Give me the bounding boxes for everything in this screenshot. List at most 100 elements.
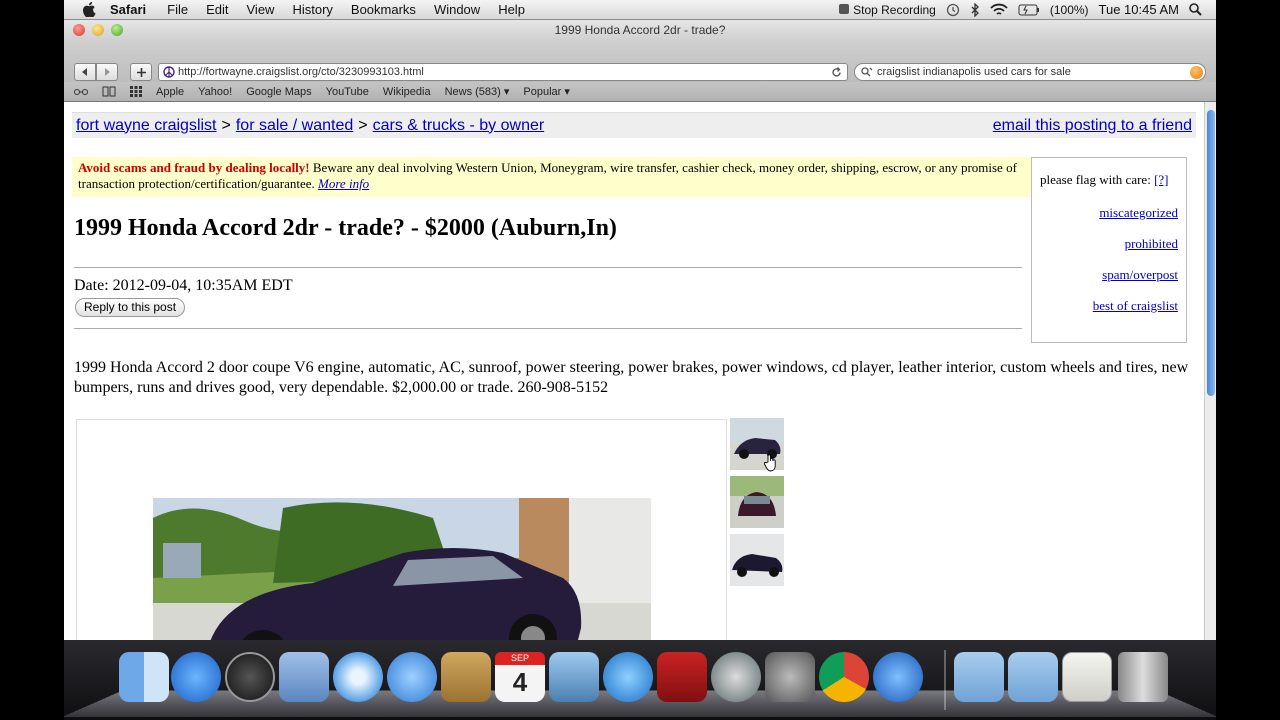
car-thumbnail-image <box>730 476 784 528</box>
applications-folder-icon[interactable] <box>954 652 1004 702</box>
photo-booth-icon[interactable] <box>657 652 707 702</box>
minimize-window-button[interactable] <box>92 24 104 36</box>
stop-recording-menu[interactable]: Stop Recording <box>839 3 936 17</box>
reading-list-icon[interactable] <box>74 87 88 97</box>
dock: SEP 4 <box>64 640 1216 720</box>
downloads-stack-icon[interactable] <box>1062 652 1112 702</box>
search-snapback-icon[interactable] <box>1190 65 1203 79</box>
bookmark-yahoo[interactable]: Yahoo! <box>198 86 232 98</box>
flag-miscategorized-link[interactable]: miscategorized <box>1040 205 1178 221</box>
menu-view[interactable]: View <box>238 2 284 17</box>
breadcrumb-separator: > <box>358 116 368 134</box>
battery-percentage: (100%) <box>1049 2 1089 17</box>
title-bar: 1999 Honda Accord 2dr - trade? <box>64 20 1216 41</box>
posting-date: Date: 2012-09-04, 10:35AM EDT <box>74 277 293 294</box>
bluetooth-icon[interactable] <box>970 2 980 17</box>
warning-title: Avoid scams and fraud by dealing locally… <box>78 160 310 175</box>
menu-clock[interactable]: Tue 10:45 AM <box>1099 2 1179 17</box>
time-machine-icon[interactable] <box>711 652 761 702</box>
email-posting-link[interactable]: email this posting to a friend <box>993 117 1196 135</box>
flag-prohibited-link[interactable]: prohibited <box>1040 236 1178 252</box>
menu-bar: Safari File Edit View History Bookmarks … <box>64 0 1216 20</box>
web-page: fort wayne craigslist > for sale / wante… <box>64 102 1204 640</box>
menu-help[interactable]: Help <box>489 2 534 17</box>
system-preferences-icon[interactable] <box>765 652 815 702</box>
menu-extras: Stop Recording (100%) Tue 10:45 AM <box>839 2 1216 17</box>
reply-button[interactable]: Reply to this post <box>75 298 186 317</box>
thumbnail-3[interactable] <box>730 534 784 586</box>
quicktime-icon[interactable] <box>873 652 923 702</box>
breadcrumb: fort wayne craigslist > for sale / wante… <box>72 112 1196 138</box>
top-sites-grid-icon[interactable] <box>130 86 142 97</box>
thumbnail-2[interactable] <box>730 476 784 528</box>
zoom-window-button[interactable] <box>111 24 123 36</box>
search-field[interactable]: craigslist indianapolis used cars for sa… <box>854 63 1206 81</box>
back-button[interactable] <box>74 63 96 81</box>
chrome-icon[interactable] <box>819 652 869 702</box>
vertical-scrollbar[interactable] <box>1204 102 1216 640</box>
time-machine-menu-icon[interactable] <box>946 3 960 17</box>
address-bar[interactable]: http://fortwayne.craigslist.org/cto/3230… <box>158 63 848 81</box>
flag-best-of-link[interactable]: best of craigslist <box>1040 298 1178 314</box>
apple-menu-icon[interactable] <box>82 2 96 17</box>
mail-icon[interactable] <box>279 652 329 702</box>
bookmark-wikipedia[interactable]: Wikipedia <box>383 86 431 98</box>
breadcrumb-for-sale[interactable]: for sale / wanted <box>236 117 353 135</box>
bookmark-google-maps[interactable]: Google Maps <box>246 86 311 98</box>
plus-icon <box>136 67 146 77</box>
main-car-photo[interactable] <box>153 498 651 640</box>
forward-arrow-icon <box>105 68 110 76</box>
divider <box>74 267 1022 268</box>
menu-edit[interactable]: Edit <box>197 2 237 17</box>
menu-app-safari[interactable]: Safari <box>106 2 158 17</box>
back-arrow-icon <box>82 68 87 76</box>
battery-icon[interactable] <box>1018 4 1040 16</box>
trash-icon[interactable] <box>1118 652 1168 702</box>
scam-warning: Avoid scams and fraud by dealing locally… <box>72 157 1032 197</box>
flag-spam-link[interactable]: spam/overpost <box>1040 267 1178 283</box>
reload-icon[interactable] <box>831 66 842 78</box>
breadcrumb-separator: > <box>221 116 231 134</box>
app-store-icon[interactable] <box>171 652 221 702</box>
stop-recording-label: Stop Recording <box>853 2 936 17</box>
url-text: http://fortwayne.craigslist.org/cto/3230… <box>178 66 424 78</box>
image-viewer <box>76 419 727 640</box>
mouse-cursor-icon <box>764 454 776 472</box>
breadcrumb-cars-trucks[interactable]: cars & trucks - by owner <box>373 117 545 135</box>
finder-icon[interactable] <box>119 652 169 702</box>
forward-button[interactable] <box>96 63 118 81</box>
wifi-icon[interactable] <box>990 3 1008 17</box>
ical-icon[interactable]: SEP 4 <box>495 652 545 702</box>
bookmarks-book-icon[interactable] <box>102 86 116 97</box>
iphoto-icon[interactable] <box>549 652 599 702</box>
window-title: 1999 Honda Accord 2dr - trade? <box>554 23 726 37</box>
screen: Safari File Edit View History Bookmarks … <box>0 0 1280 720</box>
ical-month: SEP <box>495 652 545 665</box>
safari-icon[interactable] <box>333 652 383 702</box>
site-peace-icon <box>163 66 175 78</box>
itunes-icon[interactable] <box>603 652 653 702</box>
ichat-icon[interactable] <box>387 652 437 702</box>
menu-bookmarks[interactable]: Bookmarks <box>342 2 425 17</box>
add-bookmark-button[interactable] <box>130 63 152 81</box>
divider <box>74 328 1022 329</box>
menu-history[interactable]: History <box>283 2 341 17</box>
dashboard-icon[interactable] <box>225 652 275 702</box>
spotlight-search-icon[interactable] <box>1189 3 1202 16</box>
flag-heading-text: please flag with care: <box>1040 172 1151 187</box>
flag-help-link[interactable]: [?] <box>1154 172 1168 187</box>
documents-folder-icon[interactable] <box>1008 652 1058 702</box>
browser-toolbar: http://fortwayne.craigslist.org/cto/3230… <box>64 41 1216 82</box>
more-info-link[interactable]: More info <box>318 176 369 191</box>
menu-file[interactable]: File <box>158 2 197 17</box>
menu-window[interactable]: Window <box>425 2 489 17</box>
breadcrumb-fort-wayne[interactable]: fort wayne craigslist <box>76 117 217 135</box>
bookmark-popular-folder[interactable]: Popular ▾ <box>523 85 570 98</box>
bookmark-youtube[interactable]: YouTube <box>326 86 369 98</box>
bookmark-news-folder[interactable]: News (583) ▾ <box>445 85 510 98</box>
scrollbar-thumb[interactable] <box>1207 110 1215 396</box>
close-window-button[interactable] <box>73 24 85 36</box>
address-book-icon[interactable] <box>441 652 491 702</box>
flag-heading: please flag with care: [?] <box>1040 172 1178 188</box>
bookmark-apple[interactable]: Apple <box>156 86 184 98</box>
